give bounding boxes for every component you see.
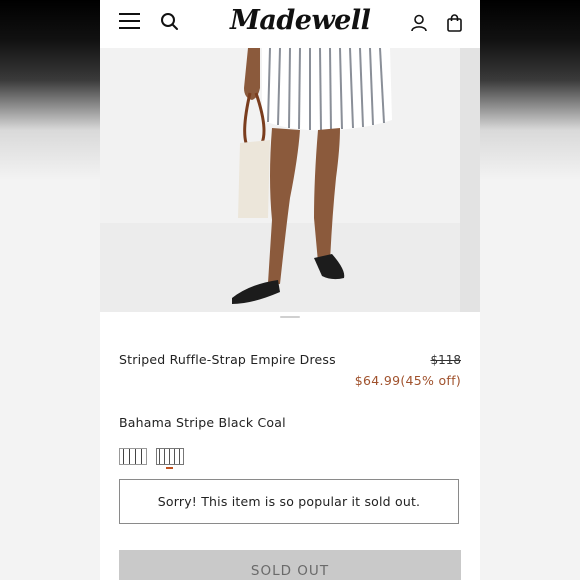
sold-out-button-label: SOLD OUT <box>250 563 330 579</box>
color-swatch-selected[interactable] <box>156 448 184 465</box>
madewell-logo[interactable]: Madewell <box>230 5 371 36</box>
background-left <box>0 0 100 580</box>
model-photo <box>100 48 480 312</box>
sold-out-message-text: Sorry! This item is so popular it sold o… <box>157 494 421 509</box>
background-right <box>480 0 580 580</box>
product-title: Striped Ruffle-Strap Empire Dress <box>119 352 336 367</box>
sold-out-button[interactable]: SOLD OUT <box>119 550 461 580</box>
sale-price: $64.99(45% off) <box>354 373 461 388</box>
product-image[interactable] <box>100 48 480 312</box>
top-navigation-bar: Madewell <box>100 0 480 48</box>
color-name: Bahama Stripe Black Coal <box>119 415 286 430</box>
color-swatch[interactable] <box>119 448 147 465</box>
account-icon[interactable] <box>411 14 427 32</box>
phone-screen: Madewell Striped Ruffle-Strap Empire Dre… <box>100 0 480 580</box>
menu-icon[interactable] <box>119 13 140 30</box>
search-icon[interactable] <box>160 12 180 32</box>
original-price: $118 <box>430 353 461 367</box>
image-scroll-indicator <box>280 316 300 318</box>
sold-out-message: Sorry! This item is so popular it sold o… <box>119 479 459 524</box>
swatch-selected-indicator <box>166 467 173 469</box>
bag-icon[interactable] <box>447 14 462 32</box>
